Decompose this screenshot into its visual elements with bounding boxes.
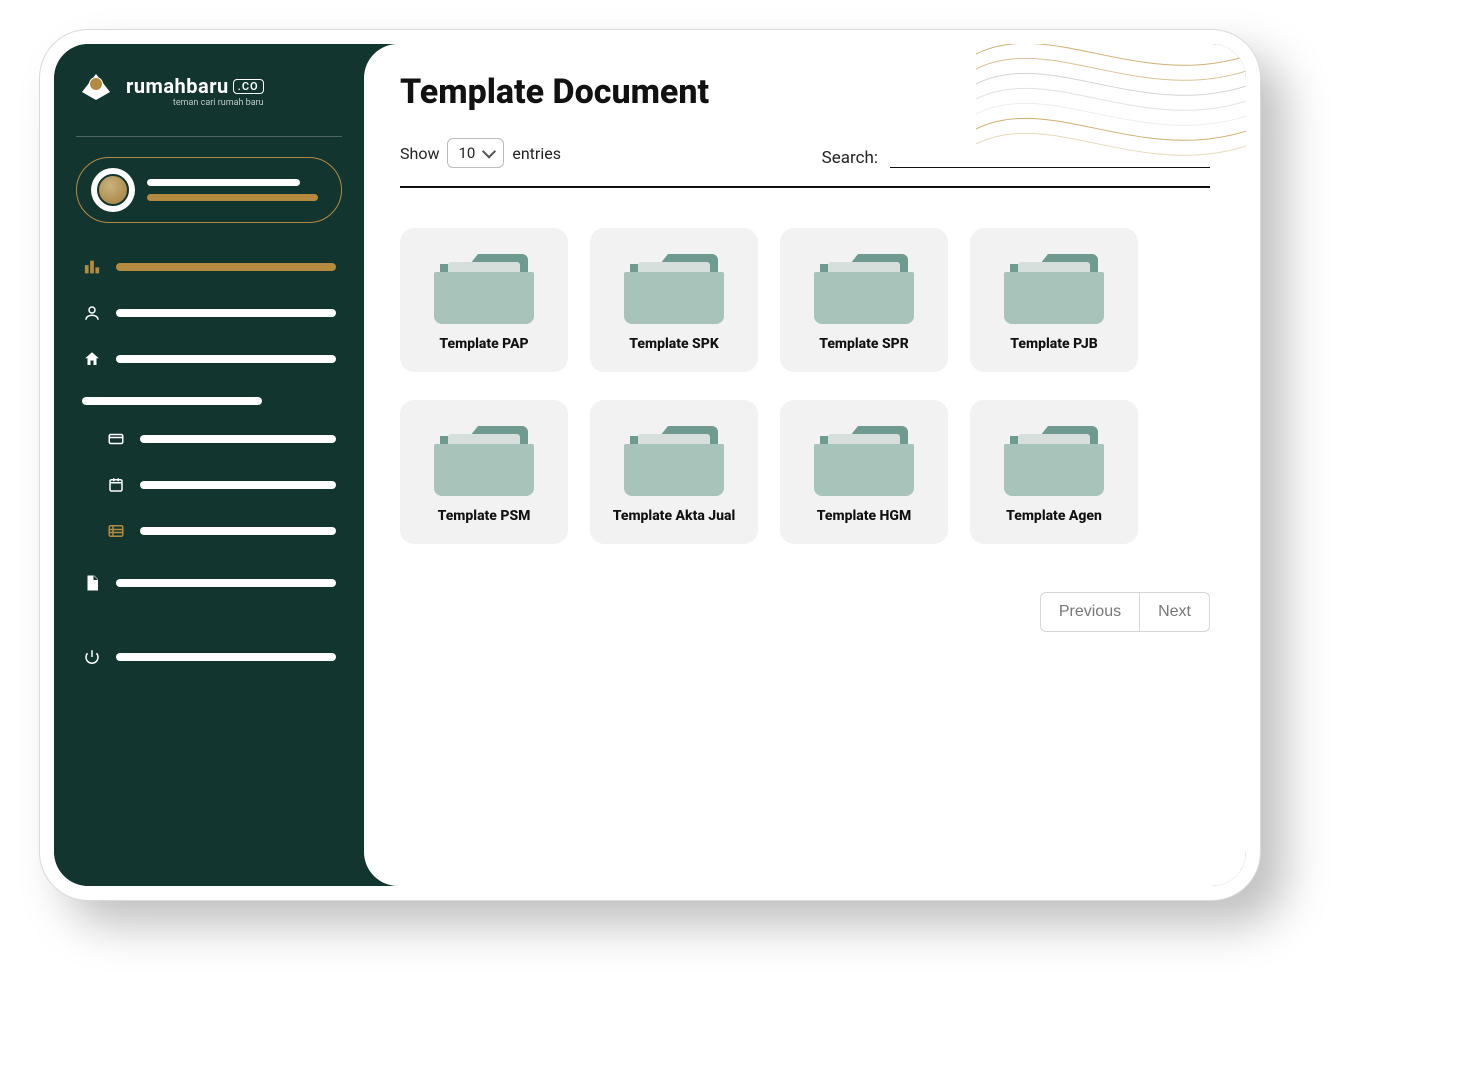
file-icon: [82, 573, 102, 593]
show-label: Show: [400, 144, 439, 163]
search-label: Search:: [822, 148, 878, 168]
profile-placeholder: [147, 179, 327, 201]
folder-name: Template PAP: [439, 336, 528, 352]
profile-card[interactable]: [76, 157, 342, 223]
divider: [76, 136, 342, 137]
nav-dashboard[interactable]: [76, 249, 342, 285]
brand-logo: rumahbaru .CO teman cari rumah baru: [76, 72, 342, 122]
folder-card[interactable]: Template HGM: [780, 400, 948, 544]
nav-home[interactable]: [76, 341, 342, 377]
nav-users[interactable]: [76, 295, 342, 331]
entries-label: entries: [512, 144, 561, 163]
folder-icon: [624, 418, 724, 496]
folder-card[interactable]: Template SPK: [590, 228, 758, 372]
folder-card[interactable]: Template Akta Jual: [590, 400, 758, 544]
folder-card[interactable]: Template SPR: [780, 228, 948, 372]
brand-name: rumahbaru: [126, 76, 229, 96]
tablet-frame: rumahbaru .CO teman cari rumah baru: [40, 30, 1260, 900]
nav-sub-card[interactable]: [76, 421, 342, 457]
folder-icon: [434, 246, 534, 324]
folder-card[interactable]: Template PSM: [400, 400, 568, 544]
avatar: [91, 168, 135, 212]
folder-icon: [1004, 418, 1104, 496]
main-panel: Template Document Show 10 entries Search…: [364, 44, 1246, 886]
logo-icon: [76, 72, 116, 112]
brand-tagline: teman cari rumah baru: [126, 99, 264, 108]
folder-icon: [814, 246, 914, 324]
folder-icon: [434, 418, 534, 496]
folder-name: Template PSM: [438, 508, 531, 524]
list-icon: [106, 521, 126, 541]
folder-card[interactable]: Template PAP: [400, 228, 568, 372]
user-icon: [82, 303, 102, 323]
folder-icon: [1004, 246, 1104, 324]
entries-select-value: 10: [458, 144, 475, 162]
home-icon: [82, 349, 102, 369]
folder-name: Template HGM: [817, 508, 911, 524]
sidebar: rumahbaru .CO teman cari rumah baru: [54, 44, 364, 886]
card-icon: [106, 429, 126, 449]
folder-name: Template Akta Jual: [613, 508, 736, 524]
folder-icon: [814, 418, 914, 496]
pagination: Previous Next: [400, 592, 1210, 632]
sidebar-nav: [76, 249, 342, 675]
next-button[interactable]: Next: [1140, 592, 1210, 632]
folder-name: Template Agen: [1006, 508, 1102, 524]
folder-grid: Template PAP Template SPK Template SPR T…: [400, 228, 1210, 544]
nav-logout[interactable]: [76, 639, 342, 675]
folder-name: Template SPK: [629, 336, 719, 352]
nav-sub-list[interactable]: [76, 513, 342, 549]
folder-card[interactable]: Template Agen: [970, 400, 1138, 544]
search-input[interactable]: [890, 138, 1210, 168]
nav-document[interactable]: [76, 565, 342, 601]
table-controls: Show 10 entries Search:: [400, 138, 1210, 188]
power-icon: [82, 647, 102, 667]
app-frame: rumahbaru .CO teman cari rumah baru: [54, 44, 1246, 886]
entries-select[interactable]: 10: [447, 138, 504, 168]
chart-bar-icon: [82, 257, 102, 277]
prev-button[interactable]: Previous: [1040, 592, 1140, 632]
brand-text: rumahbaru .CO teman cari rumah baru: [126, 76, 264, 108]
folder-name: Template PJB: [1010, 336, 1097, 352]
nav-sub-calendar[interactable]: [76, 467, 342, 503]
nav-group-header: [76, 387, 342, 411]
brand-suffix: .CO: [233, 79, 264, 94]
folder-name: Template SPR: [819, 336, 909, 352]
page-title: Template Document: [400, 72, 1210, 112]
calendar-icon: [106, 475, 126, 495]
folder-icon: [624, 246, 724, 324]
folder-card[interactable]: Template PJB: [970, 228, 1138, 372]
